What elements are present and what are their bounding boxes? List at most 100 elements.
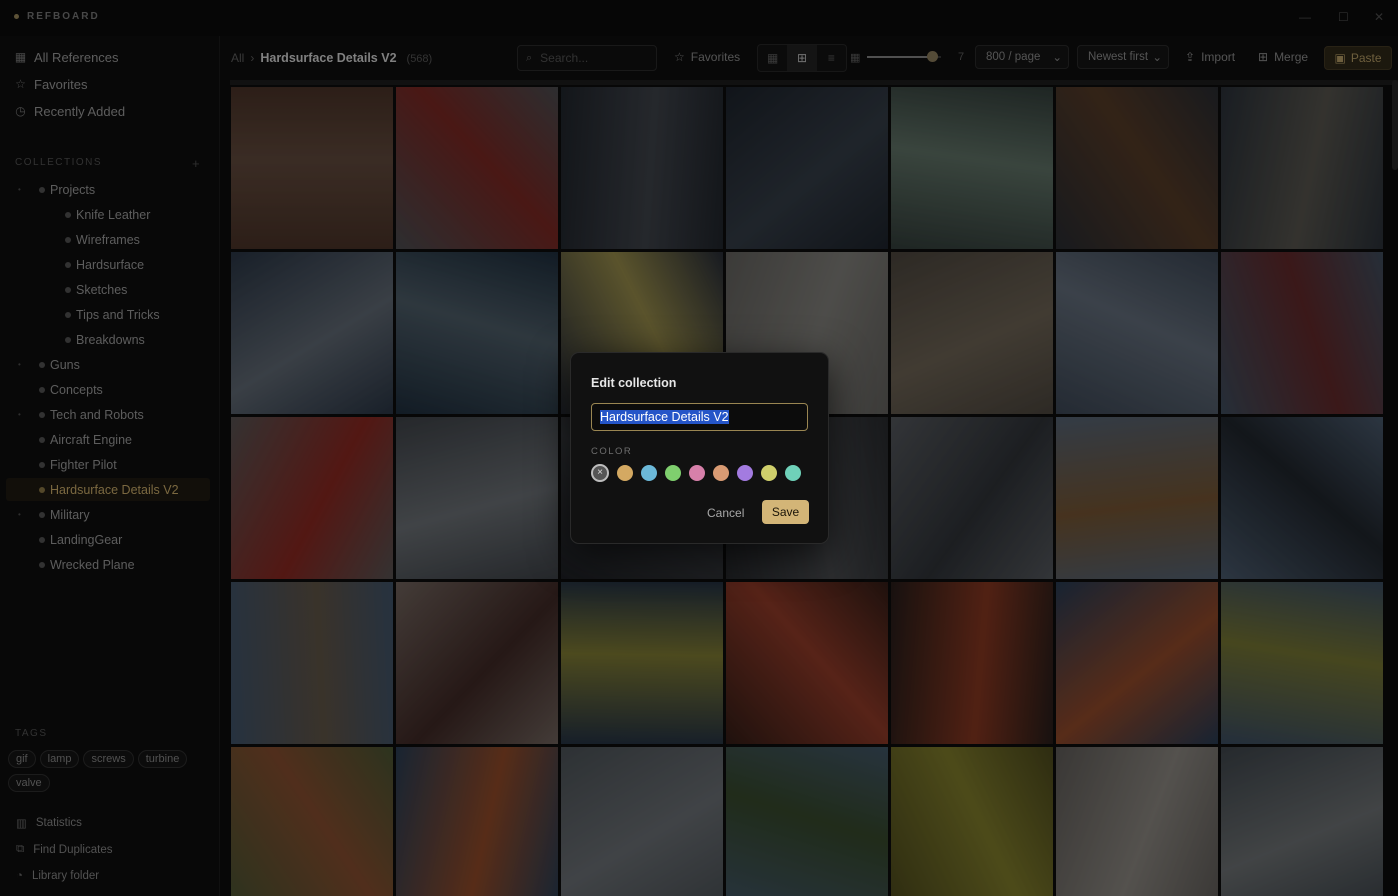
collection-item[interactable]: Concepts xyxy=(6,378,210,401)
import-button[interactable]: ⇪ Import xyxy=(1185,45,1235,69)
collection-label: LandingGear xyxy=(50,532,123,547)
reference-thumbnail[interactable] xyxy=(1056,252,1218,414)
breadcrumb-root[interactable]: All xyxy=(231,51,244,65)
collection-item[interactable]: • Tech and Robots xyxy=(6,403,210,426)
collection-item[interactable]: Wrecked Plane xyxy=(6,553,210,576)
list-view-icon[interactable]: ≡ xyxy=(817,45,846,71)
reference-thumbnail[interactable] xyxy=(1056,87,1218,249)
reference-thumbnail[interactable] xyxy=(396,252,558,414)
color-swatch-pink[interactable] xyxy=(689,465,705,481)
reference-thumbnail[interactable] xyxy=(231,417,393,579)
paste-button[interactable]: ▣ Paste xyxy=(1324,46,1392,70)
collection-item[interactable]: Aircraft Engine xyxy=(6,428,210,451)
collection-name-input[interactable] xyxy=(591,403,808,431)
reference-thumbnail[interactable] xyxy=(561,582,723,744)
tag-chip[interactable]: screws xyxy=(83,750,134,768)
collection-item[interactable]: • Military xyxy=(6,503,210,526)
reference-thumbnail[interactable] xyxy=(726,747,888,896)
nav-item-favorites[interactable]: ☆ Favorites xyxy=(14,73,87,95)
expand-caret-icon[interactable]: • xyxy=(18,185,21,194)
reference-thumbnail[interactable] xyxy=(396,747,558,896)
nav-item-recently-added[interactable]: ◷ Recently Added xyxy=(14,100,125,122)
color-swatch-teal[interactable] xyxy=(785,465,801,481)
collection-item[interactable]: Hardsurface Details V2 xyxy=(6,478,210,501)
collection-item[interactable]: Knife Leather xyxy=(6,203,210,226)
expand-caret-icon[interactable]: • xyxy=(18,360,21,369)
search-input[interactable] xyxy=(538,50,643,66)
collection-item[interactable]: • Projects xyxy=(6,178,210,201)
collection-color-dot xyxy=(39,536,45,543)
search-box[interactable]: ⌕ xyxy=(517,45,657,71)
color-swatch-olive[interactable] xyxy=(761,465,777,481)
color-swatch-green[interactable] xyxy=(665,465,681,481)
reference-thumbnail[interactable] xyxy=(1221,252,1383,414)
reference-thumbnail[interactable] xyxy=(726,87,888,249)
reference-thumbnail[interactable] xyxy=(1056,747,1218,896)
reference-thumbnail[interactable] xyxy=(891,252,1053,414)
tag-chip[interactable]: valve xyxy=(8,774,50,792)
thumbnail-size-slider[interactable] xyxy=(867,51,941,62)
thumbnail-dim xyxy=(561,747,723,896)
color-label: COLOR xyxy=(591,446,633,457)
clipboard-icon: ▣ xyxy=(1334,51,1346,65)
tag-chip[interactable]: lamp xyxy=(39,750,80,768)
tag-chip[interactable]: turbine xyxy=(137,750,188,768)
tag-chip[interactable]: gif xyxy=(8,750,36,768)
cancel-button[interactable]: Cancel xyxy=(701,501,749,525)
reference-thumbnail[interactable] xyxy=(396,582,558,744)
reference-thumbnail[interactable] xyxy=(1221,747,1383,896)
reference-thumbnail[interactable] xyxy=(1056,417,1218,579)
reference-thumbnail[interactable] xyxy=(396,87,558,249)
collection-item[interactable]: • Guns xyxy=(6,353,210,376)
reference-thumbnail[interactable] xyxy=(891,747,1053,896)
masonry-view-icon[interactable]: ⊞ xyxy=(787,45,817,71)
collection-item[interactable]: Tips and Tricks xyxy=(6,303,210,326)
footer-item-statistics[interactable]: ▥ Statistics xyxy=(16,816,82,830)
reference-thumbnail[interactable] xyxy=(231,747,393,896)
reference-thumbnail[interactable] xyxy=(1056,582,1218,744)
nav-item-all-references[interactable]: ▦ All References xyxy=(14,46,119,68)
color-swatch-purple[interactable] xyxy=(737,465,753,481)
collection-item[interactable]: Breakdowns xyxy=(6,328,210,351)
minimize-icon[interactable]: — xyxy=(1299,10,1311,24)
reference-thumbnail[interactable] xyxy=(891,87,1053,249)
chevron-down-icon: ⌄ xyxy=(1152,52,1162,64)
grid-view-icon[interactable]: ▦ xyxy=(758,45,787,71)
collection-item[interactable]: Fighter Pilot xyxy=(6,453,210,476)
collection-item[interactable]: Hardsurface xyxy=(6,253,210,276)
footer-item-library-folder[interactable]: ◔ Library folder xyxy=(16,870,99,882)
collection-item[interactable]: Wireframes xyxy=(6,228,210,251)
color-swatch-none[interactable]: × xyxy=(591,464,609,482)
collection-item[interactable]: LandingGear xyxy=(6,528,210,551)
collections-label: COLLECTIONS xyxy=(15,157,103,168)
color-swatch-tan[interactable] xyxy=(713,465,729,481)
add-collection-icon[interactable]: + xyxy=(192,156,200,171)
grid-scrollbar[interactable] xyxy=(1392,80,1398,170)
per-page-select[interactable]: 800 / page ⌄ xyxy=(975,45,1069,69)
reference-thumbnail[interactable] xyxy=(891,582,1053,744)
footer-item-find-duplicates[interactable]: ⧉ Find Duplicates xyxy=(16,843,112,856)
expand-caret-icon[interactable]: • xyxy=(18,410,21,419)
reference-thumbnail[interactable] xyxy=(1221,417,1383,579)
reference-thumbnail[interactable] xyxy=(561,747,723,896)
reference-thumbnail[interactable] xyxy=(396,417,558,579)
reference-thumbnail[interactable] xyxy=(1221,582,1383,744)
slider-handle[interactable] xyxy=(927,51,939,62)
expand-caret-icon[interactable]: • xyxy=(18,510,21,519)
collection-item[interactable]: Sketches xyxy=(6,278,210,301)
reference-thumbnail[interactable] xyxy=(726,582,888,744)
close-icon[interactable]: ✕ xyxy=(1374,10,1384,24)
reference-thumbnail[interactable] xyxy=(231,582,393,744)
color-swatch-blue[interactable] xyxy=(641,465,657,481)
favorites-filter-button[interactable]: ☆ Favorites xyxy=(674,45,740,69)
reference-thumbnail[interactable] xyxy=(1221,87,1383,249)
maximize-icon[interactable]: ☐ xyxy=(1338,10,1349,24)
reference-thumbnail[interactable] xyxy=(231,252,393,414)
color-swatch-gold[interactable] xyxy=(617,465,633,481)
save-button[interactable]: Save xyxy=(762,500,809,524)
reference-thumbnail[interactable] xyxy=(561,87,723,249)
sort-select[interactable]: Newest first ⌄ xyxy=(1077,45,1169,69)
reference-thumbnail[interactable] xyxy=(231,87,393,249)
merge-button[interactable]: ⊞ Merge xyxy=(1258,45,1308,69)
reference-thumbnail[interactable] xyxy=(891,417,1053,579)
